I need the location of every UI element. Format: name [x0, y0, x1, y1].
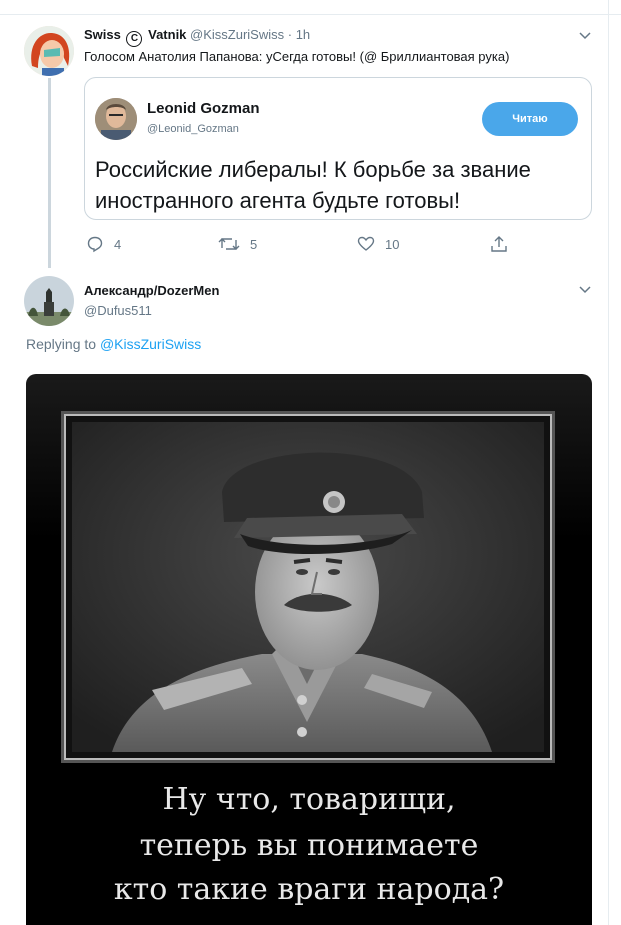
portrait-icon — [95, 98, 137, 140]
like-count: 10 — [385, 236, 400, 252]
share-icon — [491, 236, 507, 252]
timeline-top-border — [0, 0, 621, 15]
reply-action[interactable]: 4 — [86, 234, 121, 254]
quoted-tweet[interactable]: Leonid Gozman @Leonid_Gozman Читаю Росси… — [84, 77, 592, 220]
like-action[interactable]: 10 — [357, 234, 399, 254]
meme-caption-line-3: кто такие враги народа? — [113, 872, 505, 907]
display-name[interactable]: Swiss — [84, 27, 121, 42]
quote-avatar[interactable] — [95, 98, 137, 140]
tweet2-author-handle[interactable]: @Dufus511 — [84, 303, 152, 318]
reply-count: 4 — [114, 236, 122, 252]
monument-photo-icon — [24, 276, 74, 326]
meme-caption-line-2: теперь вы понимаете — [139, 828, 479, 863]
timeline-right-border — [608, 0, 609, 925]
tweet-image[interactable]: Ну что, товарищи, теперь вы понимаете кт… — [26, 374, 592, 925]
quote-author-name[interactable]: Leonid Gozman — [147, 100, 260, 117]
replying-to-handle-link[interactable]: @KissZuriSwiss — [100, 336, 201, 352]
quote-author-handle[interactable]: @Leonid_Gozman — [147, 123, 239, 135]
replying-to-label: Replying to — [26, 336, 97, 352]
tweet1-text: Голосом Анатолия Папанова: уСегда готовы… — [84, 49, 510, 64]
follow-button[interactable]: Читаю — [482, 102, 578, 136]
quote-text: Российские либералы! К борьбе за звание … — [95, 157, 531, 213]
image-frame — [61, 411, 555, 763]
meme-caption-line-1: Ну что, товарищи, — [162, 782, 456, 817]
tweet2-author-name[interactable]: Александр/DozerMen — [84, 283, 219, 298]
display-name-2[interactable]: Vatnik — [148, 27, 186, 42]
portrait-photo — [72, 422, 544, 752]
replying-to: Replying to @KissZuriSwiss — [26, 336, 201, 352]
copyright-icon: C — [126, 31, 143, 47]
chevron-down-icon[interactable] — [578, 285, 592, 295]
heart-icon — [357, 236, 375, 251]
share-action[interactable] — [490, 234, 508, 254]
timestamp[interactable]: · 1h — [288, 27, 310, 42]
avatar-cartoon-icon — [24, 26, 74, 76]
tweet1-author-line[interactable]: Swiss C Vatnik @KissZuriSwiss · 1h — [84, 27, 310, 47]
handle[interactable]: @KissZuriSwiss — [190, 27, 284, 42]
officer-portrait-icon — [72, 422, 544, 752]
avatar[interactable] — [24, 26, 74, 76]
avatar[interactable] — [24, 276, 74, 326]
retweet-count: 5 — [250, 236, 258, 252]
chevron-down-icon[interactable] — [578, 31, 592, 41]
thread-line — [48, 78, 51, 268]
retweet-action[interactable]: 5 — [218, 234, 257, 254]
retweet-icon — [218, 238, 240, 250]
reply-icon — [87, 236, 103, 253]
